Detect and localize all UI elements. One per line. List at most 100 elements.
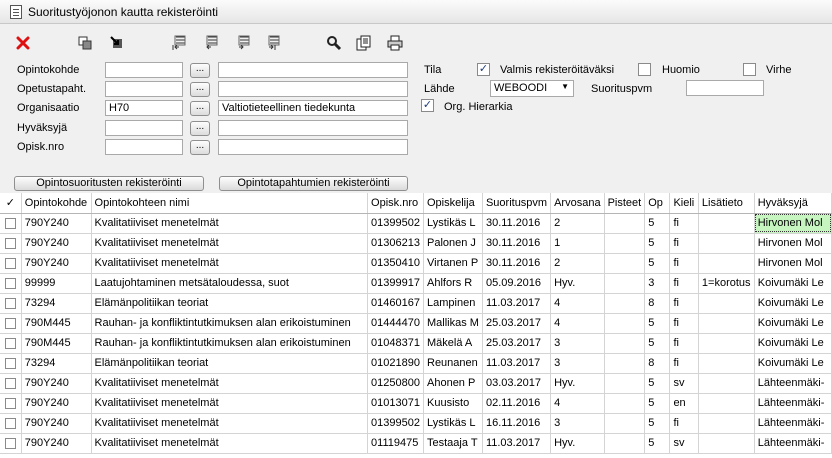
cell-kohde[interactable]: 99999 xyxy=(21,273,92,294)
cell-kohde[interactable]: 790Y240 xyxy=(21,373,92,394)
table-row[interactable]: 790M445 Rauhan- ja konfliktintutkimuksen … xyxy=(0,333,832,354)
cell-nro[interactable]: 01306213 xyxy=(367,233,424,254)
row-checkbox[interactable] xyxy=(4,437,16,449)
cell-arvosana[interactable]: 4 xyxy=(550,293,605,314)
cell-op[interactable]: 8 xyxy=(644,353,671,374)
table-row[interactable]: 790Y240 Kvalitatiiviset menetelmät 0139950… xyxy=(0,413,832,434)
table-row[interactable]: 73294 Elämänpolitiikan teoriat 01021890 Reu… xyxy=(0,353,832,374)
header-opintokohde[interactable]: Opintokohde xyxy=(21,193,92,214)
previous-page-icon[interactable] xyxy=(202,34,220,52)
cell-op[interactable]: 3 xyxy=(644,273,671,294)
cell-opiskelija[interactable]: Mäkelä A xyxy=(423,333,483,354)
hyvaksyja-code-input[interactable] xyxy=(105,120,183,136)
cell-kohde[interactable]: 790Y240 xyxy=(21,413,92,434)
documents-icon[interactable] xyxy=(355,34,373,52)
cell-arvosana[interactable]: 2 xyxy=(550,213,605,234)
cell-pvm[interactable]: 30.11.2016 xyxy=(482,233,552,254)
cell-arvosana[interactable]: 4 xyxy=(550,393,605,414)
cell-nimi[interactable]: Kvalitatiiviset menetelmät xyxy=(91,253,369,274)
print-icon[interactable] xyxy=(386,34,404,52)
cell-nimi[interactable]: Laatujohtaminen metsätaloudessa, suot xyxy=(91,273,369,294)
cell-pvm[interactable]: 05.09.2016 xyxy=(482,273,552,294)
cell-hyvaksyja[interactable]: Lähteenmäki- xyxy=(754,373,832,394)
opintokohde-name-input[interactable] xyxy=(218,62,408,78)
cell-kohde[interactable]: 790M445 xyxy=(21,313,92,334)
opetustapaht-name-input[interactable] xyxy=(218,81,408,97)
cell-nro[interactable]: 01013071 xyxy=(367,393,424,414)
cell-nimi[interactable]: Rauhan- ja konfliktintutkimuksen alan er… xyxy=(91,333,369,354)
opintosuoritusten-rekisterointi-button[interactable]: Opintosuoritusten rekisteröinti xyxy=(14,176,204,191)
cell-kieli[interactable]: fi xyxy=(669,253,699,274)
cell-op[interactable]: 5 xyxy=(644,393,671,414)
row-checkbox[interactable] xyxy=(4,397,16,409)
cell-opiskelija[interactable]: Palonen J xyxy=(423,233,483,254)
cell-pisteet[interactable] xyxy=(604,253,646,274)
cell-kohde[interactable]: 790Y240 xyxy=(21,433,92,454)
cell-lisatieto[interactable] xyxy=(698,293,755,314)
cell-nro[interactable]: 01350410 xyxy=(367,253,424,274)
cell-kieli[interactable]: fi xyxy=(669,293,699,314)
move-icon[interactable] xyxy=(108,34,126,52)
cell-lisatieto[interactable] xyxy=(698,393,755,414)
header-nimi[interactable]: Opintokohteen nimi xyxy=(91,193,369,214)
row-checkbox[interactable] xyxy=(4,237,16,249)
cell-nimi[interactable]: Kvalitatiiviset menetelmät xyxy=(91,233,369,254)
cell-op[interactable]: 5 xyxy=(644,373,671,394)
cell-pvm[interactable]: 02.11.2016 xyxy=(482,393,552,414)
opetustapaht-lookup-button[interactable]: ... xyxy=(190,82,210,97)
organisaatio-name-input[interactable]: Valtiotieteellinen tiedekunta xyxy=(218,100,408,116)
cell-lisatieto[interactable] xyxy=(698,213,755,234)
cell-opiskelija[interactable]: Testaaja T xyxy=(423,433,483,454)
cell-nro[interactable]: 01460167 xyxy=(367,293,424,314)
cell-pisteet[interactable] xyxy=(604,373,646,394)
header-lisatieto[interactable]: Lisätieto xyxy=(698,193,755,214)
header-suorituspvm[interactable]: Suorituspvm xyxy=(482,193,552,214)
virhe-checkbox[interactable] xyxy=(743,63,756,76)
row-checkbox[interactable] xyxy=(4,297,16,309)
huomio-checkbox[interactable] xyxy=(638,63,651,76)
cell-opiskelija[interactable]: Virtanen P xyxy=(423,253,483,274)
header-arvosana[interactable]: Arvosana xyxy=(550,193,605,214)
cell-nimi[interactable]: Kvalitatiiviset menetelmät xyxy=(91,413,369,434)
cell-opiskelija[interactable]: Lampinen xyxy=(423,293,483,314)
cell-op[interactable]: 5 xyxy=(644,413,671,434)
cell-hyvaksyja[interactable]: Lähteenmäki- xyxy=(754,433,832,454)
cell-hyvaksyja[interactable]: Koivumäki Le xyxy=(754,353,832,374)
cell-kieli[interactable]: en xyxy=(669,393,699,414)
header-op[interactable]: Op xyxy=(644,193,671,214)
cell-pvm[interactable]: 11.03.2017 xyxy=(482,433,552,454)
row-checkbox[interactable] xyxy=(4,257,16,269)
opintokohde-code-input[interactable] xyxy=(105,62,183,78)
cell-hyvaksyja[interactable]: Koivumäki Le xyxy=(754,273,832,294)
cell-lisatieto[interactable] xyxy=(698,413,755,434)
cell-pvm[interactable]: 25.03.2017 xyxy=(482,333,552,354)
cell-pisteet[interactable] xyxy=(604,273,646,294)
cell-nimi[interactable]: Kvalitatiiviset menetelmät xyxy=(91,393,369,414)
table-row[interactable]: 73294 Elämänpolitiikan teoriat 01460167 Lam… xyxy=(0,293,832,314)
cell-op[interactable]: 5 xyxy=(644,253,671,274)
next-page-icon[interactable] xyxy=(234,34,252,52)
header-hyvaksyja[interactable]: Hyväksyjä xyxy=(754,193,832,214)
cell-opiskelija[interactable]: Lystikäs L xyxy=(423,413,483,434)
cell-kieli[interactable]: fi xyxy=(669,333,699,354)
cell-pisteet[interactable] xyxy=(604,313,646,334)
select-all-header[interactable]: ✓ xyxy=(0,193,22,214)
first-page-icon[interactable] xyxy=(170,34,188,52)
cell-pisteet[interactable] xyxy=(604,413,646,434)
cell-kieli[interactable]: fi xyxy=(669,213,699,234)
header-opisknro[interactable]: Opisk.nro xyxy=(367,193,424,214)
cell-pvm[interactable]: 16.11.2016 xyxy=(482,413,552,434)
cell-pvm[interactable]: 25.03.2017 xyxy=(482,313,552,334)
cell-pisteet[interactable] xyxy=(604,213,646,234)
cell-kohde[interactable]: 790Y240 xyxy=(21,233,92,254)
cell-pisteet[interactable] xyxy=(604,233,646,254)
cell-nro[interactable]: 01444470 xyxy=(367,313,424,334)
last-page-icon[interactable] xyxy=(264,34,282,52)
cell-hyvaksyja[interactable]: Hirvonen Mol xyxy=(754,213,832,234)
cell-hyvaksyja[interactable]: Hirvonen Mol xyxy=(754,253,832,274)
table-row[interactable]: 790Y240 Kvalitatiiviset menetelmät 0111947… xyxy=(0,433,832,454)
table-row[interactable]: 790Y240 Kvalitatiiviset menetelmät 0139950… xyxy=(0,213,832,234)
cell-hyvaksyja[interactable]: Hirvonen Mol xyxy=(754,233,832,254)
organisaatio-lookup-button[interactable]: ... xyxy=(190,101,210,116)
header-opiskelija[interactable]: Opiskelija xyxy=(423,193,483,214)
